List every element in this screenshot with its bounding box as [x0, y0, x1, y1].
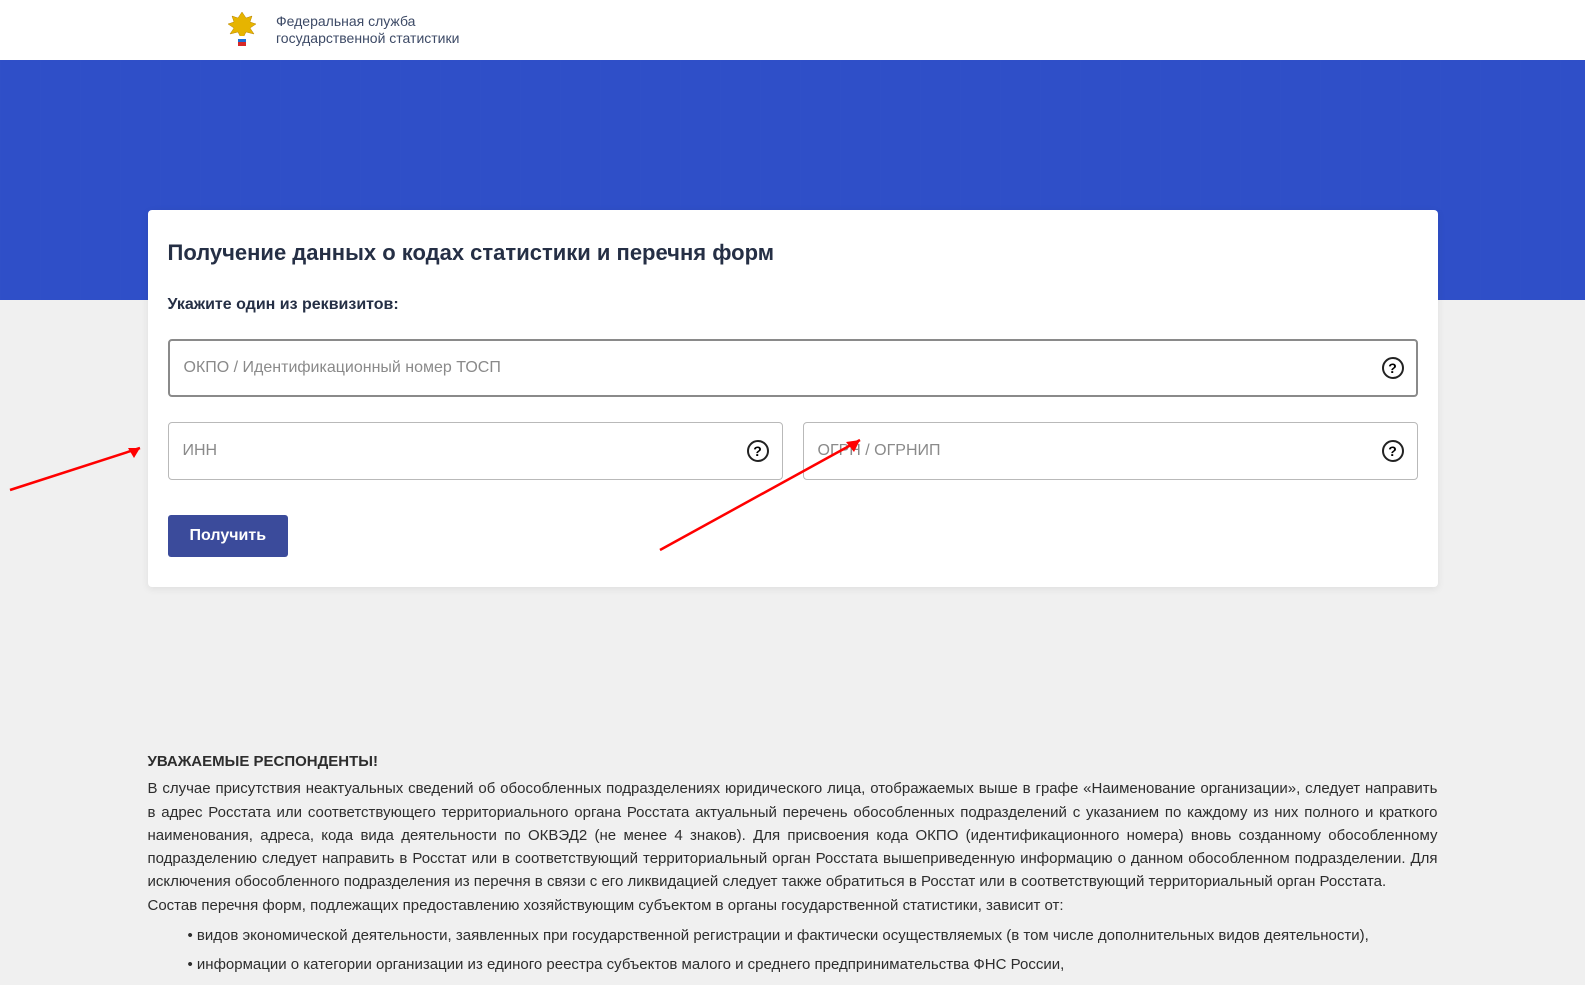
org-name: Федеральная служба государственной стати… [276, 13, 459, 48]
okpo-field-wrapper: ? [168, 339, 1418, 397]
inn-input[interactable] [168, 422, 783, 480]
info-list-intro: Состав перечня форм, подлежащих предоста… [148, 894, 1438, 917]
query-card: Получение данных о кодах статистики и пе… [148, 210, 1438, 587]
list-item: видов экономической деятельности, заявле… [188, 927, 1438, 944]
annotation-arrow-icon [0, 440, 160, 500]
help-icon[interactable]: ? [1382, 357, 1404, 379]
page-title: Получение данных о кодах статистики и пе… [168, 240, 1418, 266]
help-icon[interactable]: ? [747, 440, 769, 462]
submit-button[interactable]: Получить [168, 515, 289, 557]
info-paragraph: В случае присутствия неактуальных сведен… [148, 777, 1438, 893]
ogrn-field-wrapper: ? [803, 422, 1418, 480]
info-list: видов экономической деятельности, заявле… [148, 927, 1438, 973]
ogrn-input[interactable] [803, 422, 1418, 480]
card-subtitle: Укажите один из реквизитов: [168, 296, 1418, 314]
help-icon[interactable]: ? [1382, 440, 1404, 462]
hero-banner: Получение данных о кодах статистики и пе… [0, 60, 1585, 300]
topbar: Федеральная служба государственной стати… [0, 0, 1585, 60]
okpo-input[interactable] [168, 339, 1418, 397]
rosstat-logo-icon [220, 8, 264, 52]
inn-field-wrapper: ? [168, 422, 783, 480]
org-line2: государственной статистики [276, 30, 459, 48]
list-item: информации о категории организации из ед… [188, 956, 1438, 973]
org-line1: Федеральная служба [276, 13, 459, 31]
info-heading: УВАЖАЕМЫЕ РЕСПОНДЕНТЫ! [148, 750, 1438, 773]
